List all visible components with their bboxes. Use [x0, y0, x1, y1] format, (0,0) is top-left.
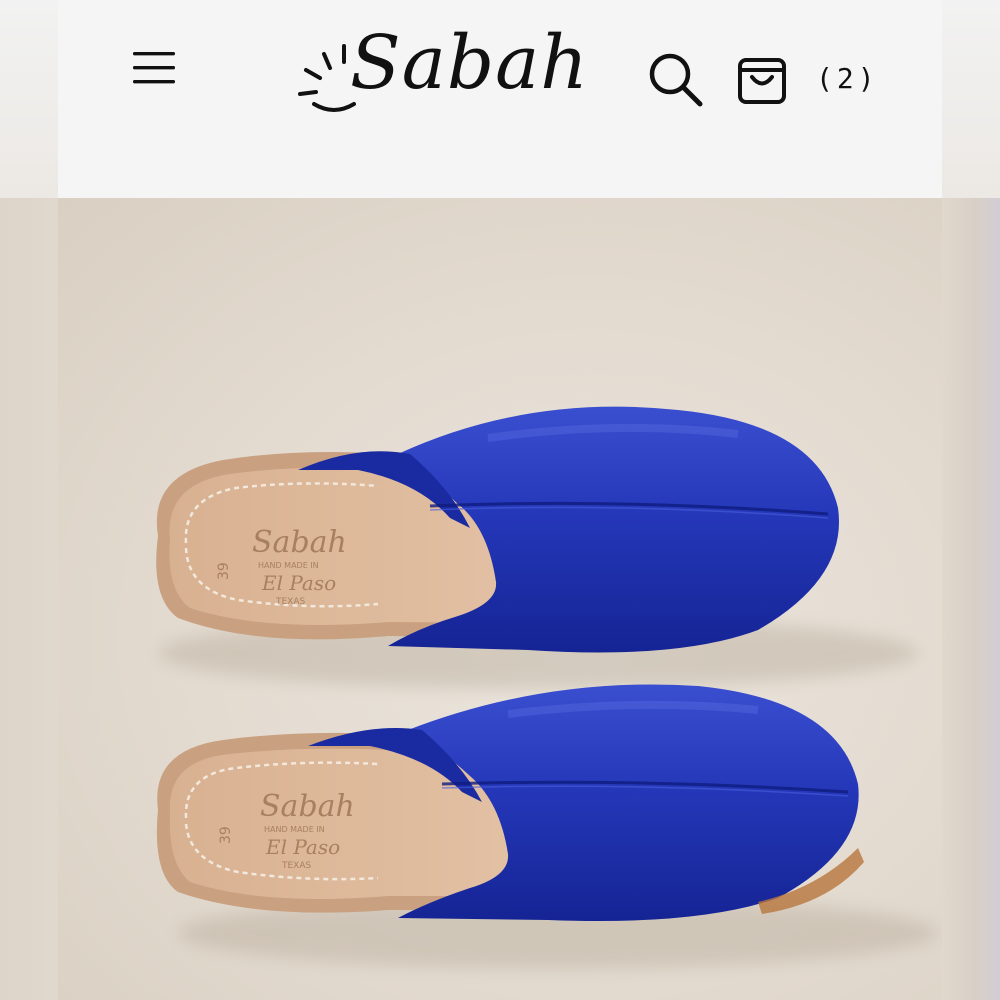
brand-logo[interactable]: Sabah [294, 18, 588, 122]
bottom-mule: Sabah HAND MADE IN El Paso TEXAS 39 [156, 684, 938, 969]
top-mule: Sabah HAND MADE IN El Paso TEXAS 39 [156, 406, 918, 689]
svg-text:TEXAS: TEXAS [281, 861, 312, 871]
brand-name: Sabah [350, 20, 589, 106]
shopping-bag-icon [738, 58, 786, 104]
cart-button[interactable] [736, 50, 788, 106]
blue-mules-image: Sabah HAND MADE IN El Paso TEXAS 39 Saba… [156, 406, 938, 969]
backdrop-left [0, 198, 58, 1000]
svg-text:El Paso: El Paso [265, 835, 340, 859]
backdrop-right [942, 198, 1000, 1000]
hamburger-menu-icon [133, 52, 175, 84]
site-header: Sabah (2) [58, 0, 942, 198]
svg-text:HAND MADE IN: HAND MADE IN [264, 825, 325, 834]
svg-text:39: 39 [216, 562, 232, 580]
mobile-page: Sabah (2) Sabah HAND MADE IN El Paso TEX… [58, 0, 942, 1000]
svg-text:39: 39 [218, 826, 234, 844]
search-icon [649, 53, 703, 107]
product-hero-image[interactable]: Sabah HAND MADE IN El Paso TEXAS 39 Saba… [58, 198, 942, 1000]
search-button[interactable] [646, 50, 704, 108]
menu-button[interactable] [128, 46, 180, 90]
svg-text:Sabah: Sabah [260, 789, 355, 824]
cart-count[interactable]: (2) [816, 62, 879, 95]
